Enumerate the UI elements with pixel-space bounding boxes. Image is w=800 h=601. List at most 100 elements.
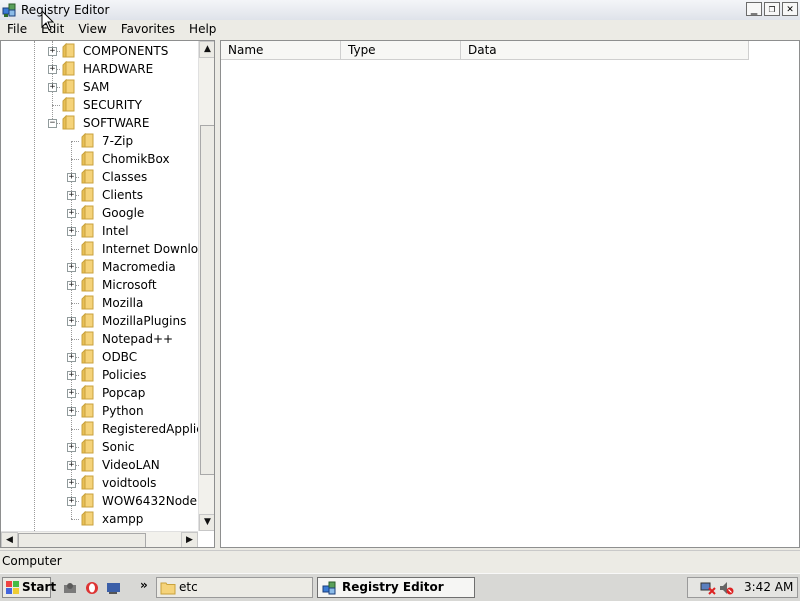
folder-icon [62,115,75,130]
tree-item[interactable]: + Google [1,204,201,222]
expand-icon[interactable]: + [67,173,76,182]
expand-icon[interactable]: + [67,479,76,488]
expand-icon[interactable]: + [67,317,76,326]
tree-item[interactable]: + Popcap [1,384,201,402]
task-button-etc[interactable]: etc [156,577,313,598]
tree-item[interactable]: + Clients [1,186,201,204]
collapse-icon[interactable]: − [48,119,57,128]
task-label-etc: etc [179,580,198,594]
tree-item[interactable]: + COMPONENTS [1,42,201,60]
menu-favorites[interactable]: Favorites [114,20,182,39]
tree-item[interactable]: Mozilla [1,294,201,312]
expand-icon[interactable]: + [67,263,76,272]
network-disconnected-icon[interactable] [700,580,716,596]
column-header-type[interactable]: Type [341,41,461,60]
volume-muted-icon[interactable] [718,580,734,596]
expand-icon[interactable]: + [67,191,76,200]
folder-icon [81,331,94,346]
tree-item[interactable]: + VideoLAN [1,456,201,474]
expand-icon[interactable]: + [67,281,76,290]
expand-icon[interactable]: + [67,461,76,470]
menu-file[interactable]: File [0,20,34,39]
tree-item[interactable]: + HARDWARE [1,60,201,78]
expand-icon[interactable]: + [48,65,57,74]
tree-item-label: Google [102,206,145,220]
title-bar[interactable]: Registry Editor _ ❐ ✕ [0,0,800,21]
tree-item[interactable]: + SAM [1,78,201,96]
clock[interactable]: 3:42 AM [744,580,793,594]
menu-bar: File Edit View Favorites Help [0,20,800,39]
tree-item[interactable]: + Python [1,402,201,420]
tree-item[interactable]: SECURITY [1,96,201,114]
tree-item-label: xampp [102,512,144,526]
minimize-button[interactable]: _ [746,2,762,16]
tree-item-label: Classes [102,170,148,184]
registry-tree[interactable]: + COMPONENTS + HARDWARE + SAM SECURITY − SOFTWAR… [0,40,215,548]
tree-item[interactable]: xampp [1,510,201,528]
menu-help[interactable]: Help [182,20,223,39]
close-button[interactable]: ✕ [782,2,798,16]
tree-item[interactable]: 7-Zip [1,132,201,150]
tree-item[interactable]: + Intel [1,222,201,240]
tree-item[interactable]: Internet Downloac [1,240,212,258]
folder-icon [81,223,94,238]
scroll-down-arrow-icon[interactable]: ▼ [199,514,214,531]
tree-scroll-thumb[interactable] [200,125,214,475]
scroll-up-arrow-icon[interactable]: ▲ [199,41,214,58]
expand-icon[interactable]: + [67,209,76,218]
tree-hscroll-thumb[interactable] [18,533,146,547]
tree-item[interactable]: + Classes [1,168,201,186]
tree-item-label: MozillaPlugins [102,314,187,328]
tree-item[interactable]: − SOFTWARE [1,114,201,132]
windows-logo-icon [6,581,19,594]
folder-icon [81,475,94,490]
expand-icon[interactable]: + [67,353,76,362]
tree-item[interactable]: Notepad++ [1,330,201,348]
tree-item[interactable]: + Policies [1,366,201,384]
tree-item[interactable]: + Sonic [1,438,201,456]
folder-icon [81,493,94,508]
expand-icon[interactable]: + [48,47,57,56]
scroll-left-arrow-icon[interactable]: ◀ [1,532,18,547]
expand-icon[interactable]: + [67,443,76,452]
show-desktop-icon[interactable] [106,580,122,596]
expand-icon[interactable]: + [48,83,57,92]
tree-item-label: Notepad++ [102,332,174,346]
folder-icon [62,61,75,76]
tree-item[interactable]: + WOW6432Node [1,492,201,510]
folder-icon [81,421,94,436]
task-button-registry-editor[interactable]: Registry Editor [317,577,475,598]
tree-item[interactable]: ChomikBox [1,150,201,168]
menu-view[interactable]: View [71,20,113,39]
column-header-name[interactable]: Name [221,41,341,60]
tree-item-label: Sonic [102,440,135,454]
tree-item-label: Clients [102,188,143,202]
folder-icon [81,457,94,472]
tree-item[interactable]: RegisteredApplica [1,420,210,438]
tree-item[interactable]: + MozillaPlugins [1,312,201,330]
tree-vertical-scrollbar[interactable]: ▲ ▼ [198,41,214,531]
column-header-data[interactable]: Data [461,41,749,60]
expand-icon[interactable]: + [67,407,76,416]
expand-icon[interactable]: + [67,389,76,398]
quicklaunch-overflow-icon[interactable]: » [140,578,148,592]
expand-icon[interactable]: + [67,497,76,506]
start-button[interactable]: Start [2,577,56,598]
tree-item[interactable]: + Macromedia [1,258,201,276]
tree-item-label: Mozilla [102,296,144,310]
quicklaunch-app-icon[interactable] [62,580,78,596]
tree-item-label: SECURITY [83,98,142,112]
tree-item[interactable]: + voidtools [1,474,201,492]
expand-icon[interactable]: + [67,371,76,380]
opera-icon[interactable] [84,580,100,596]
restore-button[interactable]: ❐ [764,2,780,16]
folder-icon [160,582,176,595]
tree-horizontal-scrollbar[interactable]: ◀ ▶ [1,531,198,547]
tree-item[interactable]: + Microsoft [1,276,201,294]
values-list[interactable]: Name Type Data [220,40,800,548]
folder-icon [81,169,94,184]
scroll-right-arrow-icon[interactable]: ▶ [181,532,198,547]
tree-item[interactable]: + ODBC [1,348,201,366]
expand-icon[interactable]: + [67,227,76,236]
folder-icon [81,313,94,328]
